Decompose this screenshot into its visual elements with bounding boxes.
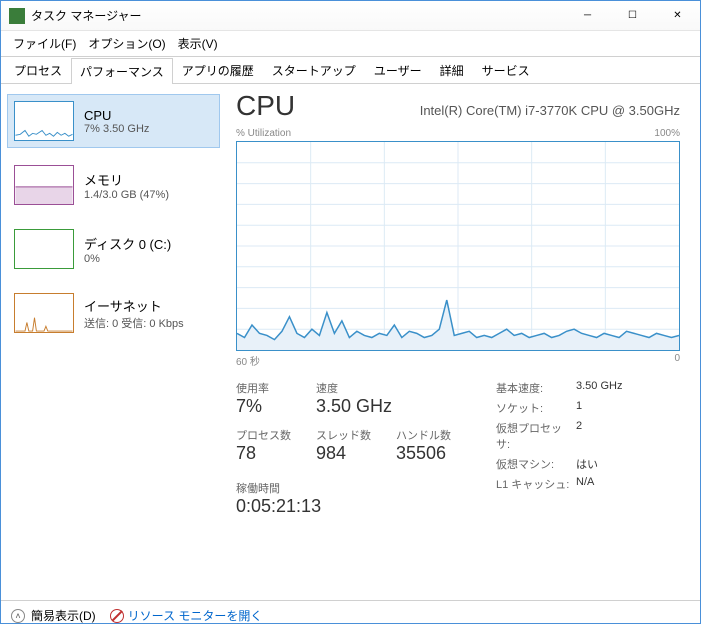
- cpu-thumbnail-icon: [14, 101, 74, 141]
- spec-value: 3.50 GHz: [576, 380, 622, 396]
- statusbar: ˄ 簡易表示(D) リソース モニターを開く: [1, 600, 700, 630]
- sidebar-item-sub: 1.4/3.0 GB (47%): [84, 189, 169, 201]
- spec-row: L1 キャッシュ:N/A: [496, 476, 622, 492]
- app-icon: [9, 8, 25, 24]
- usage-value: 7%: [236, 396, 296, 417]
- chart-y-max: 100%: [654, 128, 680, 139]
- chart-x-right: 0: [674, 353, 680, 368]
- window-title: タスク マネージャー: [31, 7, 142, 24]
- tab-users[interactable]: ユーザー: [365, 57, 431, 83]
- menu-file[interactable]: ファイル(F): [7, 33, 82, 54]
- spec-label: 仮想マシン:: [496, 456, 576, 472]
- spec-value: はい: [576, 456, 598, 472]
- sidebar-item-disk[interactable]: ディスク 0 (C:) 0%: [7, 222, 220, 276]
- tab-startup[interactable]: スタートアップ: [263, 57, 365, 83]
- menu-view[interactable]: 表示(V): [172, 33, 224, 54]
- uptime-label: 稼働時間: [236, 480, 386, 496]
- window-controls: ─ ☐ ✕: [565, 1, 700, 31]
- sidebar-item-cpu[interactable]: CPU 7% 3.50 GHz: [7, 94, 220, 148]
- main-content: CPU 7% 3.50 GHz メモリ 1.4/3.0 GB (47%) ディス…: [1, 84, 700, 600]
- spec-value: 2: [576, 420, 582, 452]
- chart-y-label: % Utilization: [236, 128, 291, 139]
- sidebar-item-sub: 送信: 0 受信: 0 Kbps: [84, 315, 184, 331]
- threads-value: 984: [316, 443, 376, 464]
- speed-label: 速度: [316, 380, 436, 396]
- spec-row: 仮想プロセッサ:2: [496, 420, 622, 452]
- detail-title: CPU: [236, 90, 295, 122]
- titlebar: タスク マネージャー ─ ☐ ✕: [1, 1, 700, 31]
- cpu-utilization-chart: [236, 141, 680, 351]
- fewer-details-button[interactable]: ˄ 簡易表示(D): [11, 607, 96, 624]
- spec-label: ソケット:: [496, 400, 576, 416]
- tab-services[interactable]: サービス: [473, 57, 539, 83]
- threads-label: スレッド数: [316, 427, 376, 443]
- tab-app-history[interactable]: アプリの履歴: [173, 57, 263, 83]
- metrics: 使用率 7% 速度 3.50 GHz プロセス数 78 スレッド数 984 ハ: [236, 380, 680, 527]
- sidebar-item-label: ディスク 0 (C:): [84, 234, 171, 253]
- tab-details[interactable]: 詳細: [431, 57, 473, 83]
- tabbar: プロセス パフォーマンス アプリの履歴 スタートアップ ユーザー 詳細 サービス: [1, 57, 700, 84]
- tab-performance[interactable]: パフォーマンス: [71, 58, 173, 84]
- uptime-value: 0:05:21:13: [236, 496, 386, 517]
- sidebar-item-ethernet[interactable]: イーサネット 送信: 0 受信: 0 Kbps: [7, 286, 220, 340]
- detail-subtitle: Intel(R) Core(TM) i7-3770K CPU @ 3.50GHz: [420, 103, 680, 118]
- sidebar-item-label: イーサネット: [84, 296, 184, 315]
- ethernet-thumbnail-icon: [14, 293, 74, 333]
- sidebar-item-memory[interactable]: メモリ 1.4/3.0 GB (47%): [7, 158, 220, 212]
- menubar: ファイル(F) オプション(O) 表示(V): [1, 31, 700, 57]
- open-resource-monitor-link[interactable]: リソース モニターを開く: [110, 607, 263, 624]
- tab-processes[interactable]: プロセス: [5, 57, 71, 83]
- sidebar: CPU 7% 3.50 GHz メモリ 1.4/3.0 GB (47%) ディス…: [1, 84, 226, 600]
- spec-row: ソケット:1: [496, 400, 622, 416]
- menu-options[interactable]: オプション(O): [82, 33, 171, 54]
- memory-thumbnail-icon: [14, 165, 74, 205]
- maximize-button[interactable]: ☐: [610, 1, 655, 31]
- spec-row: 仮想マシン:はい: [496, 456, 622, 472]
- resource-monitor-icon: [110, 609, 124, 623]
- close-button[interactable]: ✕: [655, 1, 700, 31]
- sidebar-item-sub: 0%: [84, 253, 171, 265]
- minimize-button[interactable]: ─: [565, 1, 610, 31]
- processes-label: プロセス数: [236, 427, 296, 443]
- sidebar-item-label: メモリ: [84, 170, 169, 189]
- spec-label: 基本速度:: [496, 380, 576, 396]
- detail-pane: CPU Intel(R) Core(TM) i7-3770K CPU @ 3.5…: [226, 84, 700, 600]
- sidebar-item-sub: 7% 3.50 GHz: [84, 123, 149, 135]
- chevron-up-icon: ˄: [11, 609, 25, 623]
- spec-value: 1: [576, 400, 582, 416]
- processes-value: 78: [236, 443, 296, 464]
- spec-row: 基本速度:3.50 GHz: [496, 380, 622, 396]
- chart-x-left: 60 秒: [236, 353, 260, 368]
- handles-value: 35506: [396, 443, 456, 464]
- handles-label: ハンドル数: [396, 427, 456, 443]
- cpu-specs: 基本速度:3.50 GHzソケット:1仮想プロセッサ:2仮想マシン:はいL1 キ…: [496, 380, 622, 527]
- spec-label: 仮想プロセッサ:: [496, 420, 576, 452]
- disk-thumbnail-icon: [14, 229, 74, 269]
- speed-value: 3.50 GHz: [316, 396, 436, 417]
- spec-value: N/A: [576, 476, 594, 492]
- spec-label: L1 キャッシュ:: [496, 476, 576, 492]
- usage-label: 使用率: [236, 380, 296, 396]
- sidebar-item-label: CPU: [84, 108, 149, 123]
